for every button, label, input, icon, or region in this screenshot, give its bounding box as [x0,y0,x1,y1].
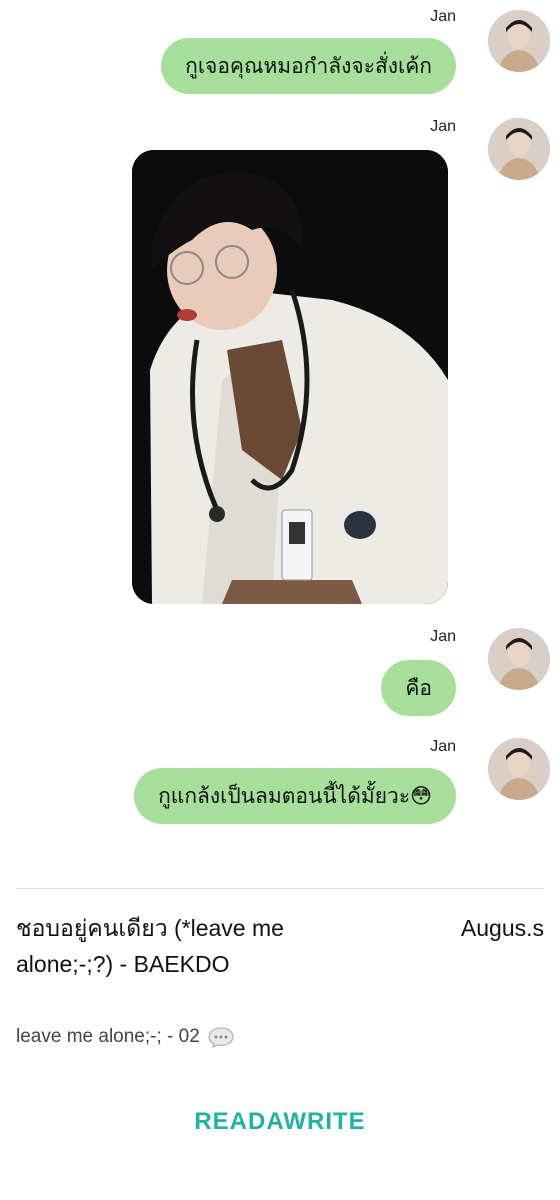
author-name[interactable]: Augus.s [461,910,544,946]
avatar-photo-icon [488,10,550,72]
avatar-photo-icon [488,118,550,180]
readawrite-logo[interactable]: READAWRITE [0,1108,560,1136]
message-text: คือ [405,675,432,700]
message-text: กูแกล้งเป็นลมตอนนี้ได้มั้ยวะ😳 [158,783,432,808]
avatar-photo-icon [488,738,550,800]
avatar[interactable] [488,10,550,72]
speech-bubble-icon [208,1027,234,1048]
sender-name: Jan [430,738,456,755]
sender-name: Jan [430,8,456,25]
chapter-info[interactable]: leave me alone;-; - 02 [16,1026,234,1048]
avatar-photo-icon [488,628,550,690]
sender-name: Jan [430,118,456,135]
message-text: กูเจอคุณหมอกำลังจะสั่งเค้ก [185,53,432,78]
photo-message[interactable] [132,150,448,604]
message-bubble[interactable]: กูเจอคุณหมอกำลังจะสั่งเค้ก [161,38,456,94]
message-bubble[interactable]: คือ [381,660,456,716]
message-bubble[interactable]: กูแกล้งเป็นลมตอนนี้ได้มั้ยวะ😳 [134,768,456,824]
chapter-label: leave me alone;-; - 02 [16,1026,200,1047]
avatar[interactable] [488,118,550,180]
avatar[interactable] [488,738,550,800]
story-title[interactable]: ชอบอยู่คนเดียว (*leave me alone;-;?) - B… [16,910,296,982]
doctor-photo-icon [132,150,448,604]
divider [16,888,544,889]
sender-name: Jan [430,628,456,645]
avatar[interactable] [488,628,550,690]
